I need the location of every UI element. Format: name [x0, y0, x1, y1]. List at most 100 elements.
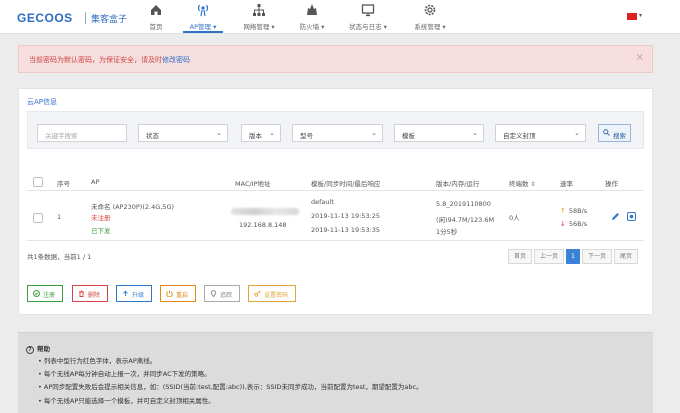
arrow-down-icon: ↓: [560, 220, 566, 228]
nav-system-management[interactable]: 系统管理 ▾: [409, 3, 451, 33]
search-button[interactable]: 搜索: [598, 124, 631, 142]
ap-client-count: 0人: [509, 214, 520, 222]
reboot-button[interactable]: 重启: [160, 285, 196, 302]
trace-button[interactable]: 追踪: [204, 285, 240, 302]
nav-system-management-label: 系统管理 ▾: [414, 23, 446, 31]
delete-button-label: 删除: [88, 292, 101, 299]
col-clients-label: 终端数: [509, 180, 529, 188]
ap-uptime: 1分5秒: [436, 228, 458, 236]
pager-next[interactable]: 下一页: [582, 249, 612, 264]
status-select[interactable]: 状态 ⌄: [138, 124, 228, 142]
table-summary: 共1条数据，当前1 / 1: [27, 253, 92, 261]
pager-first[interactable]: 首页: [508, 249, 532, 264]
help-title: ? 帮助: [26, 343, 50, 354]
nav-firewall[interactable]: 防火墙 ▾: [295, 3, 329, 33]
filter-bar: 关键字搜索 状态 ⌄ 版本 ⌄ 型号 ⌄ 模板 ⌄ 自定义封顶 ⌄ 搜索: [27, 111, 644, 149]
status-select-value: 状态: [146, 132, 159, 140]
delete-button[interactable]: 删除: [72, 285, 108, 302]
ap-name[interactable]: 未命名 (AP230P)(2.4G,5G): [91, 201, 174, 211]
default-password-alert: 当前密码为默认密码，为保证安全，请及时修改密码 ×: [18, 45, 653, 73]
row-index: 1: [57, 213, 62, 221]
monitor-icon: [361, 4, 375, 17]
version-select[interactable]: 版本 ⌄: [241, 124, 281, 142]
language-flag-icon[interactable]: [627, 13, 637, 20]
nav-network-management[interactable]: 网络管理 ▾: [239, 3, 279, 33]
power-icon: [166, 290, 173, 297]
view-detail-icon[interactable]: [627, 212, 636, 221]
trash-icon: [79, 290, 84, 297]
alert-close-button[interactable]: ×: [636, 52, 644, 63]
nav-home[interactable]: 首页: [145, 3, 167, 33]
template-select-value: 模板: [402, 132, 415, 140]
brand-subtitle: 集客盒子: [91, 15, 128, 25]
reboot-button-label: 重启: [176, 292, 189, 299]
table-row[interactable]: 1 未命名 (AP230P)(2.4G,5G) 未注册 已下发 192.168.…: [27, 193, 644, 241]
edit-icon[interactable]: [611, 212, 620, 221]
pager-prev[interactable]: 上一页: [534, 249, 564, 264]
check-circle-icon: [33, 290, 40, 297]
chevron-down-icon: ⌄: [216, 129, 222, 137]
custom-attr-select-value: 自定义封顶: [503, 132, 536, 140]
set-password-button[interactable]: 设置密码: [248, 285, 296, 302]
col-mac-ip: MAC/IP地址: [235, 180, 271, 188]
ap-version: 5.8_2019110800: [436, 200, 491, 208]
top-nav-bar: GECOOS 集客盒子 首页 AP管理 ▾ 网络管理 ▾ 防火墙 ▾ 状态与日志…: [0, 0, 680, 34]
ap-table-header: 序号 AP MAC/IP地址 模板/同步时间/最后响应 版本/内存/运行 终端数…: [27, 175, 644, 191]
col-clients[interactable]: 终端数 ⇕: [509, 178, 536, 188]
model-select-value: 型号: [300, 132, 313, 140]
cloud-ap-info-link[interactable]: 云AP信息: [27, 97, 57, 107]
nav-ap-management-label: AP管理 ▾: [189, 23, 217, 31]
chevron-down-icon: ⌄: [472, 129, 478, 137]
keyword-search-placeholder: 关键字搜索: [45, 132, 78, 140]
model-select[interactable]: 型号 ⌄: [292, 124, 383, 142]
version-select-value: 版本: [249, 132, 262, 140]
select-all-checkbox[interactable]: [33, 177, 43, 187]
chevron-down-icon: ⌄: [371, 129, 377, 137]
chevron-down-icon: ⌄: [269, 129, 275, 137]
nav-ap-management[interactable]: AP管理 ▾: [183, 3, 223, 33]
help-item-text: 每个无线AP每分钟自动上报一次，并同步AC下发的策略。: [43, 370, 211, 378]
custom-attr-select[interactable]: 自定义封顶 ⌄: [495, 124, 586, 142]
help-question-icon: ?: [26, 346, 34, 354]
search-icon: [603, 129, 610, 136]
pager-last[interactable]: 尾页: [614, 249, 638, 264]
template-select[interactable]: 模板 ⌄: [394, 124, 484, 142]
col-index: 序号: [57, 180, 70, 188]
ap-upload-rate: ↑ 58B/s: [560, 207, 587, 215]
help-item-text: 每个无线AP只能选择一个模板，并可自定义封顶相关属性。: [43, 397, 215, 405]
help-item: • 每个无线AP只能选择一个模板，并可自定义封顶相关属性。: [38, 397, 215, 405]
search-button-label: 搜索: [613, 132, 626, 140]
network-icon: [253, 4, 265, 16]
register-button[interactable]: 注册: [27, 285, 63, 302]
ap-template[interactable]: default: [311, 198, 334, 206]
language-caret-icon[interactable]: ▾: [639, 12, 642, 19]
nav-firewall-label: 防火墙 ▾: [299, 23, 325, 31]
cloud-ap-panel: 云AP信息 关键字搜索 状态 ⌄ 版本 ⌄ 型号 ⌄ 模板 ⌄ 自定义封顶 ⌄ …: [18, 88, 653, 315]
brand-logo[interactable]: GECOOS: [17, 11, 73, 25]
download-rate-value: 56B/s: [568, 220, 588, 228]
nav-status-logs-label: 状态与日志 ▾: [349, 23, 387, 31]
col-rate: 速率: [560, 180, 573, 188]
help-item: • 列表中型行为红色字体，表示AP离线。: [38, 357, 157, 365]
upload-rate-value: 58B/s: [568, 207, 588, 215]
chevron-down-icon: ⌄: [574, 129, 580, 137]
wifi-ap-icon: [197, 4, 209, 17]
help-item: • 每个无线AP每分钟自动上报一次，并同步AC下发的策略。: [38, 370, 211, 378]
alert-message: 当前密码为默认密码，为保证安全，请及时修改密码: [29, 55, 190, 65]
row-checkbox[interactable]: [33, 213, 43, 223]
key-icon: [254, 290, 261, 297]
upgrade-button[interactable]: 升级: [116, 285, 152, 302]
help-title-text: 帮助: [37, 345, 50, 353]
upgrade-button-label: 升级: [132, 292, 145, 299]
pager-page-1[interactable]: 1: [566, 249, 580, 264]
ap-deploy-status: 已下发: [91, 227, 111, 235]
help-section: ? 帮助 • 列表中型行为红色字体，表示AP离线。 • 每个无线AP每分钟自动上报…: [18, 332, 653, 413]
change-password-link[interactable]: 修改密码: [162, 56, 190, 64]
ap-memory: (闲)94.7M/123.6M: [436, 216, 495, 224]
nav-status-logs[interactable]: 状态与日志 ▾: [344, 3, 392, 33]
ap-last-response: 2019-11-13 19:53:35: [311, 226, 381, 234]
keyword-search-input[interactable]: 关键字搜索: [37, 124, 127, 142]
arrow-up-icon: ↑: [560, 207, 566, 215]
col-ap: AP: [91, 178, 100, 186]
trace-button-label: 追踪: [220, 292, 233, 299]
